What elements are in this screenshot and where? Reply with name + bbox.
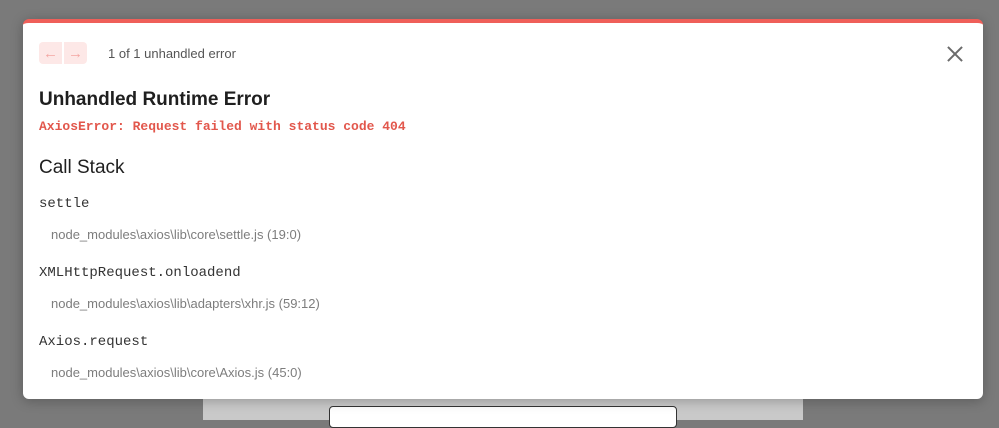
error-message: AxiosError: Request failed with status c… xyxy=(39,119,406,134)
stack-frame-location[interactable]: node_modules\axios\lib\adapters\xhr.js (… xyxy=(51,296,320,311)
error-pagination: ← → 1 of 1 unhandled error xyxy=(39,42,236,64)
stack-frame-location[interactable]: node_modules\axios\lib\core\settle.js (1… xyxy=(51,227,301,242)
stack-frame-function: XMLHttpRequest.onloadend xyxy=(39,265,241,281)
stack-frame-location[interactable]: node_modules\axios\lib\core\Axios.js (45… xyxy=(51,365,302,380)
close-icon[interactable] xyxy=(946,45,964,63)
stack-frame-function: Axios.request xyxy=(39,334,149,350)
arrow-right-icon[interactable]: → xyxy=(64,42,87,64)
error-dialog: ← → 1 of 1 unhandled error Unhandled Run… xyxy=(23,19,983,399)
error-title: Unhandled Runtime Error xyxy=(39,89,271,110)
call-stack-heading: Call Stack xyxy=(39,157,125,178)
background-input xyxy=(329,406,677,428)
arrow-left-icon[interactable]: ← xyxy=(39,42,62,64)
error-count: 1 of 1 unhandled error xyxy=(108,45,236,61)
stack-frame-function: settle xyxy=(39,196,90,212)
